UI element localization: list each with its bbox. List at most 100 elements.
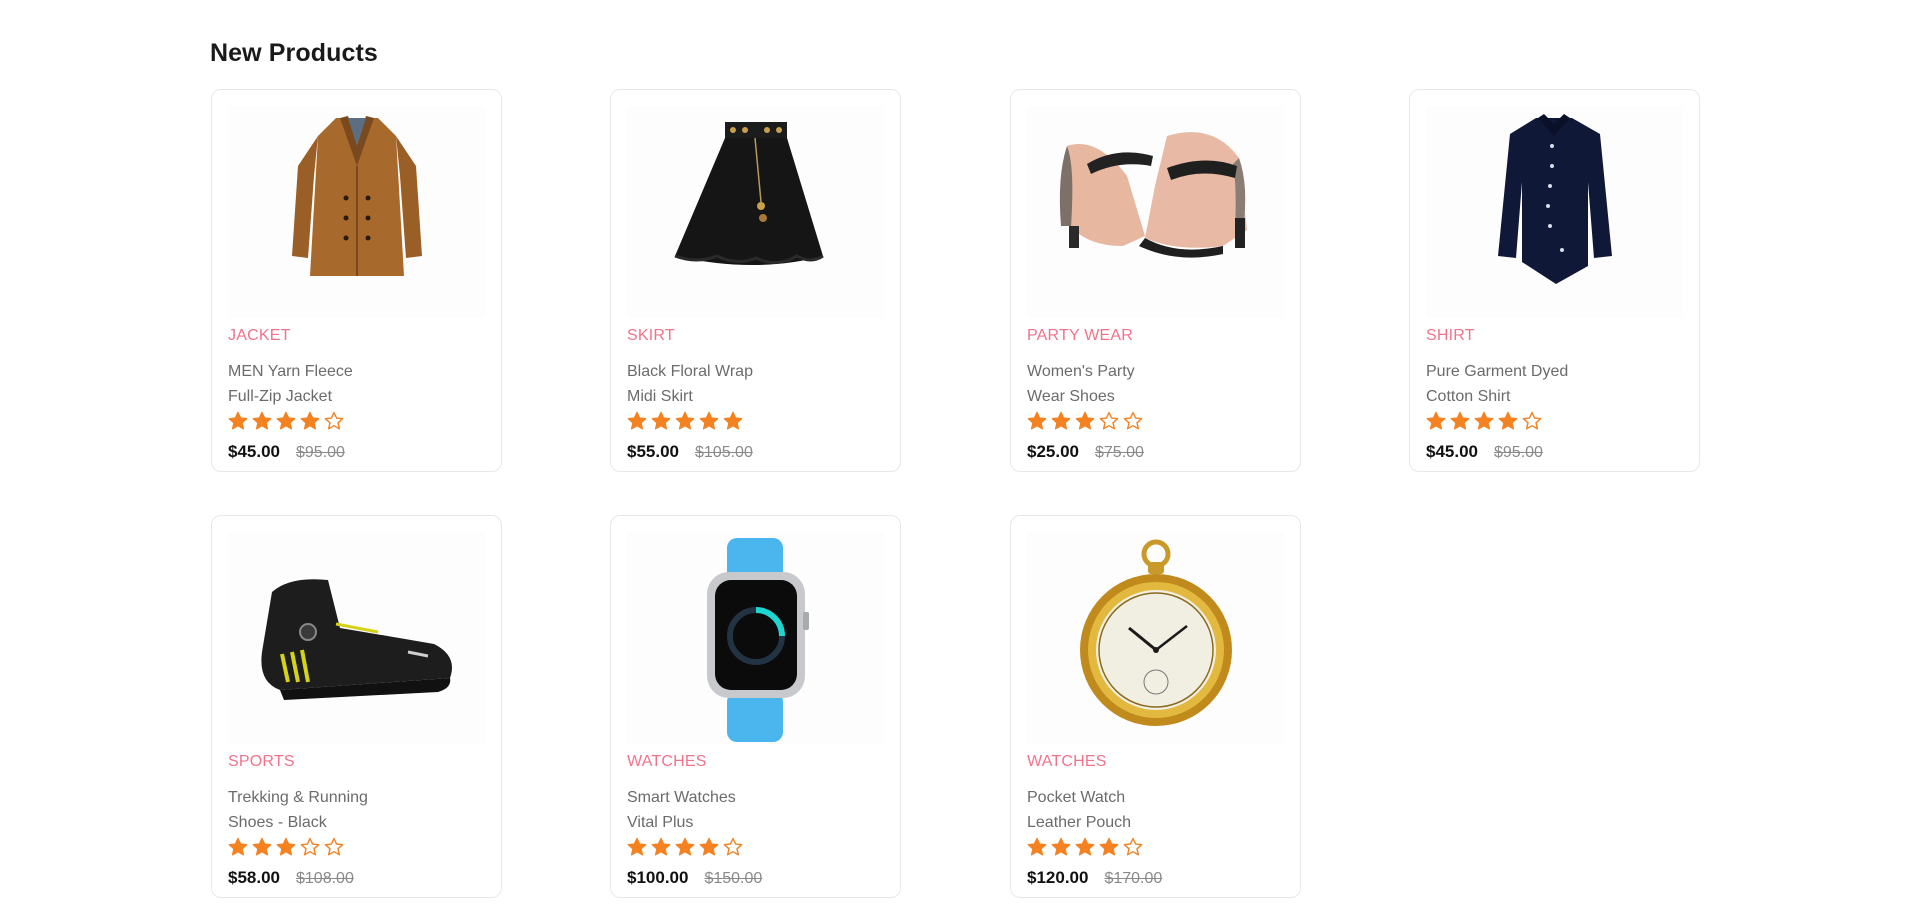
star-filled-icon: [1051, 837, 1071, 856]
smartwatch-illustration: [707, 538, 809, 742]
star-outline-icon: [300, 837, 320, 856]
star-filled-icon: [300, 411, 320, 430]
product-card[interactable]: JACKET MEN Yarn Fleece Full-Zip Jacket $…: [211, 89, 502, 472]
pocket-watch-illustration: [1080, 539, 1232, 726]
product-image[interactable]: [1027, 106, 1284, 318]
star-outline-icon: [324, 411, 344, 430]
star-filled-icon: [1051, 411, 1071, 430]
star-rating: [627, 837, 743, 857]
star-filled-icon: [228, 837, 248, 856]
section-title: New Products: [210, 39, 378, 67]
product-title[interactable]: MEN Yarn Fleece Full-Zip Jacket: [228, 359, 478, 409]
product-price: $100.00: [627, 868, 689, 887]
product-price: $120.00: [1027, 868, 1089, 887]
price-block: $45.00 $95.00: [228, 442, 345, 462]
product-category[interactable]: JACKET: [228, 327, 291, 345]
star-filled-icon: [651, 837, 671, 856]
product-card[interactable]: SHIRT Pure Garment Dyed Cotton Shirt $45…: [1409, 89, 1700, 472]
star-outline-icon: [723, 837, 743, 856]
product-card[interactable]: PARTY WEAR Women's Party Wear Shoes $25.…: [1010, 89, 1301, 472]
product-image[interactable]: [1426, 106, 1683, 318]
star-rating: [1426, 411, 1542, 431]
star-outline-icon: [324, 837, 344, 856]
skirt-illustration: [674, 122, 824, 265]
star-filled-icon: [699, 837, 719, 856]
product-title[interactable]: Pocket Watch Leather Pouch: [1027, 785, 1277, 835]
product-price: $55.00: [627, 442, 679, 461]
star-outline-icon: [1522, 411, 1542, 430]
star-filled-icon: [1474, 411, 1494, 430]
product-category[interactable]: WATCHES: [627, 753, 707, 771]
shirt-illustration: [1498, 114, 1612, 284]
product-image[interactable]: [1027, 532, 1284, 744]
product-category[interactable]: WATCHES: [1027, 753, 1107, 771]
product-category[interactable]: SPORTS: [228, 753, 295, 771]
price-block: $45.00 $95.00: [1426, 442, 1543, 462]
product-old-price: $108.00: [296, 870, 354, 887]
price-block: $25.00 $75.00: [1027, 442, 1144, 462]
product-price: $45.00: [1426, 442, 1478, 461]
star-outline-icon: [1123, 411, 1143, 430]
price-block: $100.00 $150.00: [627, 868, 762, 888]
product-card[interactable]: WATCHES Smart Watches Vital Plus $100.00…: [610, 515, 901, 898]
star-rating: [627, 411, 743, 431]
star-filled-icon: [252, 837, 272, 856]
price-block: $58.00 $108.00: [228, 868, 354, 888]
star-filled-icon: [699, 411, 719, 430]
star-filled-icon: [675, 837, 695, 856]
product-price: $45.00: [228, 442, 280, 461]
product-card[interactable]: SPORTS Trekking & Running Shoes - Black …: [211, 515, 502, 898]
product-price: $25.00: [1027, 442, 1079, 461]
star-rating: [1027, 837, 1143, 857]
star-filled-icon: [1027, 837, 1047, 856]
star-rating: [228, 837, 344, 857]
star-rating: [1027, 411, 1143, 431]
star-filled-icon: [675, 411, 695, 430]
star-filled-icon: [723, 411, 743, 430]
product-old-price: $150.00: [704, 870, 763, 887]
product-image[interactable]: [627, 106, 884, 318]
product-category[interactable]: PARTY WEAR: [1027, 327, 1133, 345]
product-title[interactable]: Trekking & Running Shoes - Black: [228, 785, 478, 835]
star-outline-icon: [1123, 837, 1143, 856]
star-filled-icon: [228, 411, 248, 430]
star-filled-icon: [1099, 837, 1119, 856]
price-block: $55.00 $105.00: [627, 442, 753, 462]
star-filled-icon: [1450, 411, 1470, 430]
product-price: $58.00: [228, 868, 280, 887]
price-block: $120.00 $170.00: [1027, 868, 1162, 888]
coat-illustration: [292, 116, 422, 276]
star-filled-icon: [1426, 411, 1446, 430]
product-image[interactable]: [627, 532, 884, 744]
product-old-price: $105.00: [695, 444, 753, 461]
star-filled-icon: [1027, 411, 1047, 430]
heels-illustration: [1059, 132, 1247, 258]
product-category[interactable]: SKIRT: [627, 327, 675, 345]
product-card[interactable]: WATCHES Pocket Watch Leather Pouch $120.…: [1010, 515, 1301, 898]
product-old-price: $170.00: [1104, 870, 1163, 887]
star-filled-icon: [252, 411, 272, 430]
product-image[interactable]: [228, 106, 485, 318]
product-old-price: $95.00: [1494, 444, 1543, 461]
star-filled-icon: [627, 837, 647, 856]
product-title[interactable]: Black Floral Wrap Midi Skirt: [627, 359, 877, 409]
product-card[interactable]: SKIRT Black Floral Wrap Midi Skirt $55.0…: [610, 89, 901, 472]
product-old-price: $95.00: [296, 444, 345, 461]
star-filled-icon: [1498, 411, 1518, 430]
product-image[interactable]: [228, 532, 485, 744]
product-category[interactable]: SHIRT: [1426, 327, 1475, 345]
sports-shoe-illustration: [261, 579, 452, 700]
star-filled-icon: [276, 411, 296, 430]
star-filled-icon: [1075, 411, 1095, 430]
star-filled-icon: [627, 411, 647, 430]
product-old-price: $75.00: [1095, 444, 1144, 461]
star-filled-icon: [651, 411, 671, 430]
product-grid: JACKET MEN Yarn Fleece Full-Zip Jacket $…: [211, 89, 1701, 901]
product-title[interactable]: Pure Garment Dyed Cotton Shirt: [1426, 359, 1676, 409]
product-title[interactable]: Women's Party Wear Shoes: [1027, 359, 1277, 409]
star-rating: [228, 411, 344, 431]
star-filled-icon: [276, 837, 296, 856]
star-filled-icon: [1075, 837, 1095, 856]
product-title[interactable]: Smart Watches Vital Plus: [627, 785, 877, 835]
star-outline-icon: [1099, 411, 1119, 430]
